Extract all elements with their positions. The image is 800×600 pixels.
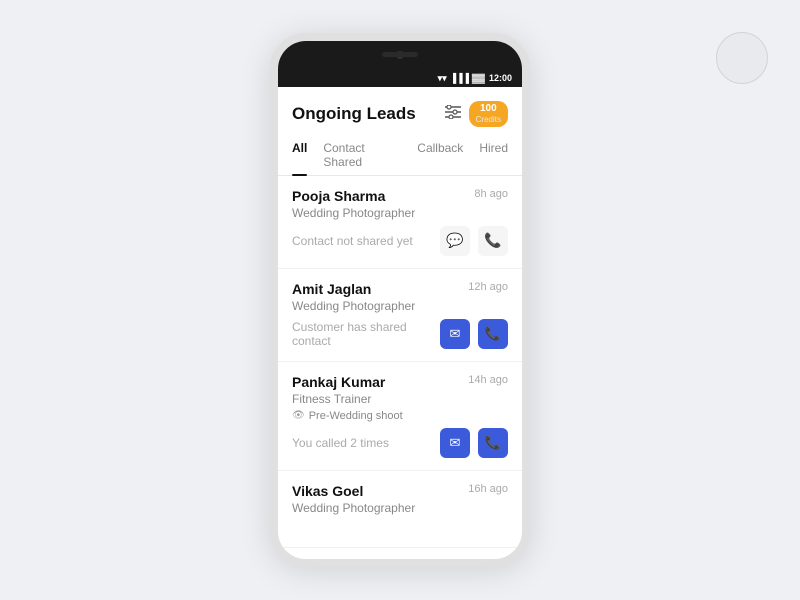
lead-time: 12h ago bbox=[468, 281, 508, 293]
call-button[interactable]: 📞 bbox=[478, 226, 508, 256]
lead-actions: ✉ 📞 bbox=[440, 319, 508, 349]
lead-actions: 💬 📞 bbox=[440, 226, 508, 256]
lead-time: 14h ago bbox=[468, 374, 508, 386]
credits-label: Credits bbox=[476, 115, 501, 125]
app-header: Ongoing Leads 100 Credits bbox=[278, 87, 522, 135]
credits-amount: 100 bbox=[480, 103, 497, 115]
status-bar: ▾▾ ▐▐▐ ▓▓ 12:00 bbox=[278, 69, 522, 87]
lead-item[interactable]: Pankaj Kumar 14h ago Fitness Trainer 👁 P… bbox=[278, 362, 522, 471]
lead-item[interactable]: Pooja Sharma 8h ago Wedding Photographer… bbox=[278, 176, 522, 269]
message-button[interactable]: 💬 bbox=[440, 226, 470, 256]
lead-name: Pankaj Kumar bbox=[292, 374, 385, 390]
filter-icon[interactable] bbox=[445, 105, 461, 123]
lead-name: Amit Jaglan bbox=[292, 281, 371, 297]
lead-status: Contact not shared yet bbox=[292, 234, 413, 248]
status-time: 12:00 bbox=[489, 73, 512, 83]
tag-label: Pre-Wedding shoot bbox=[309, 410, 403, 422]
lead-role: Wedding Photographer bbox=[292, 206, 508, 220]
page-title: Ongoing Leads bbox=[292, 104, 416, 124]
lead-status: Customer has shared contact bbox=[292, 320, 440, 348]
lead-role: Wedding Photographer bbox=[292, 501, 508, 515]
tab-all[interactable]: All bbox=[292, 135, 307, 175]
credits-badge[interactable]: 100 Credits bbox=[469, 101, 508, 127]
fab-button[interactable] bbox=[716, 32, 768, 84]
tab-hired[interactable]: Hired bbox=[479, 135, 508, 175]
wifi-icon: ▾▾ bbox=[438, 73, 447, 84]
lead-item[interactable]: Vikas Goel 16h ago Wedding Photographer bbox=[278, 471, 522, 531]
app-content: Ongoing Leads 100 Credits bbox=[278, 87, 522, 547]
phone-speaker bbox=[382, 52, 418, 57]
lead-role: Fitness Trainer bbox=[292, 392, 508, 406]
message-icon: 💬 bbox=[446, 232, 463, 249]
phone-icon: 📞 bbox=[485, 326, 501, 342]
tabs-bar: All Contact Shared Callback Hired bbox=[278, 135, 522, 176]
lead-header: Pooja Sharma 8h ago bbox=[292, 188, 508, 204]
message-button[interactable]: ✉ bbox=[440, 319, 470, 349]
lead-name: Vikas Goel bbox=[292, 483, 363, 499]
lead-status: You called 2 times bbox=[292, 436, 389, 450]
message-button[interactable]: ✉ bbox=[440, 428, 470, 458]
lead-header: Pankaj Kumar 14h ago bbox=[292, 374, 508, 390]
phone-icon: 📞 bbox=[485, 435, 501, 451]
call-button[interactable]: 📞 bbox=[478, 319, 508, 349]
lead-item[interactable]: Amit Jaglan 12h ago Wedding Photographer… bbox=[278, 269, 522, 362]
status-icons: ▾▾ ▐▐▐ ▓▓ bbox=[438, 73, 485, 84]
message-icon: ✉ bbox=[450, 326, 461, 342]
lead-footer: You called 2 times ✉ 📞 bbox=[292, 428, 508, 458]
phone-shell: ▾▾ ▐▐▐ ▓▓ 12:00 Ongoing Leads bbox=[270, 33, 530, 567]
message-icon: ✉ bbox=[450, 435, 461, 451]
lead-actions: ✉ 📞 bbox=[440, 428, 508, 458]
lead-tag: 👁 Pre-Wedding shoot bbox=[292, 410, 508, 422]
header-right: 100 Credits bbox=[445, 101, 508, 127]
lead-footer: Contact not shared yet 💬 📞 bbox=[292, 226, 508, 256]
lead-footer: Customer has shared contact ✉ 📞 bbox=[292, 319, 508, 349]
lead-header: Amit Jaglan 12h ago bbox=[292, 281, 508, 297]
lead-time: 8h ago bbox=[474, 188, 508, 200]
eye-icon: 👁 bbox=[292, 410, 305, 421]
tab-contact-shared[interactable]: Contact Shared bbox=[323, 135, 401, 175]
signal-icon: ▐▐▐ bbox=[450, 73, 469, 83]
lead-header: Vikas Goel 16h ago bbox=[292, 483, 508, 499]
lead-list: Pooja Sharma 8h ago Wedding Photographer… bbox=[278, 176, 522, 531]
phone-icon: 📞 bbox=[484, 232, 501, 249]
lead-name: Pooja Sharma bbox=[292, 188, 385, 204]
lead-time: 16h ago bbox=[468, 483, 508, 495]
phone-top-hardware bbox=[278, 41, 522, 69]
phone-bottom bbox=[278, 547, 522, 559]
lead-role: Wedding Photographer bbox=[292, 299, 508, 313]
call-button[interactable]: 📞 bbox=[478, 428, 508, 458]
battery-icon: ▓▓ bbox=[472, 73, 485, 83]
tab-callback[interactable]: Callback bbox=[417, 135, 463, 175]
